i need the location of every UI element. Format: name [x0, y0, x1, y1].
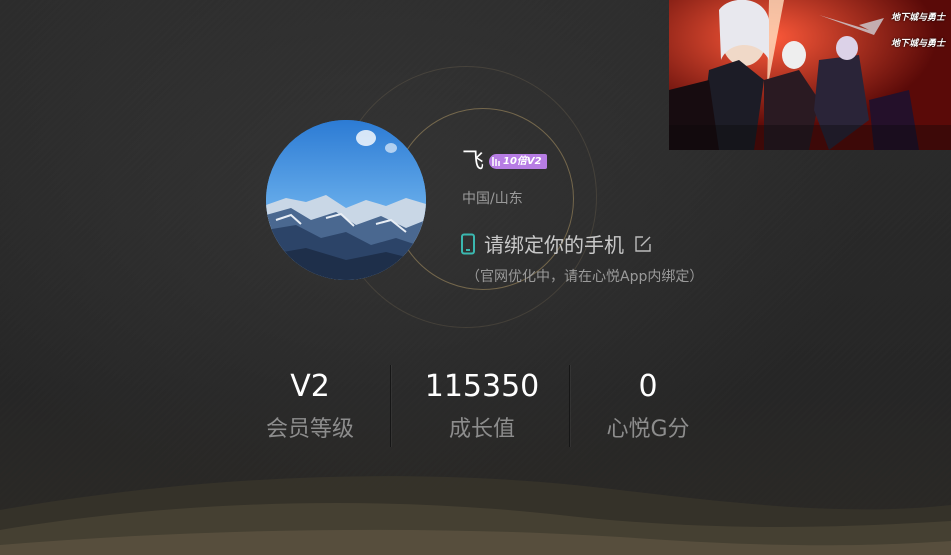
edit-icon[interactable] [634, 235, 652, 253]
bind-phone-label: 请绑定你的手机 [484, 233, 624, 257]
stat-growth-value[interactable]: 115350 成长值 [397, 365, 567, 445]
stat-label: 心悦G分 [606, 417, 690, 442]
phone-icon [461, 233, 475, 254]
stat-value: 115350 [424, 369, 540, 404]
stats-bar: V2 会员等级 115350 成长值 0 心悦G分 [225, 365, 735, 455]
vip-badge-text: 10倍V2 [503, 156, 542, 167]
avatar[interactable] [266, 120, 426, 280]
stat-divider [390, 365, 391, 447]
stat-label: 成长值 [448, 417, 515, 442]
location: 中国/山东 [462, 191, 523, 207]
stat-g-points[interactable]: 0 心悦G分 [563, 365, 733, 445]
bind-phone-note: （官网优化中，请在心悦App内绑定） [466, 269, 704, 285]
stat-value: 0 [638, 369, 658, 404]
promo-logo-top: 地下城与勇士 [890, 13, 945, 23]
bottom-wave-decoration [0, 476, 951, 555]
stat-value: V2 [290, 369, 330, 404]
promo-logo-bottom: 地下城与勇士 [890, 39, 945, 49]
avatar-mountain-image [266, 120, 426, 280]
bind-phone-link[interactable]: 请绑定你的手机 [460, 229, 652, 258]
stat-member-level[interactable]: V2 会员等级 [225, 365, 395, 445]
nickname: 飞 [462, 149, 485, 174]
vip-wing-icon [492, 157, 500, 166]
vip-badge: 10倍V2 [489, 154, 547, 169]
stat-label: 会员等级 [265, 417, 354, 442]
promo-banner[interactable]: 地下城与勇士 地下城与勇士 [669, 0, 951, 150]
